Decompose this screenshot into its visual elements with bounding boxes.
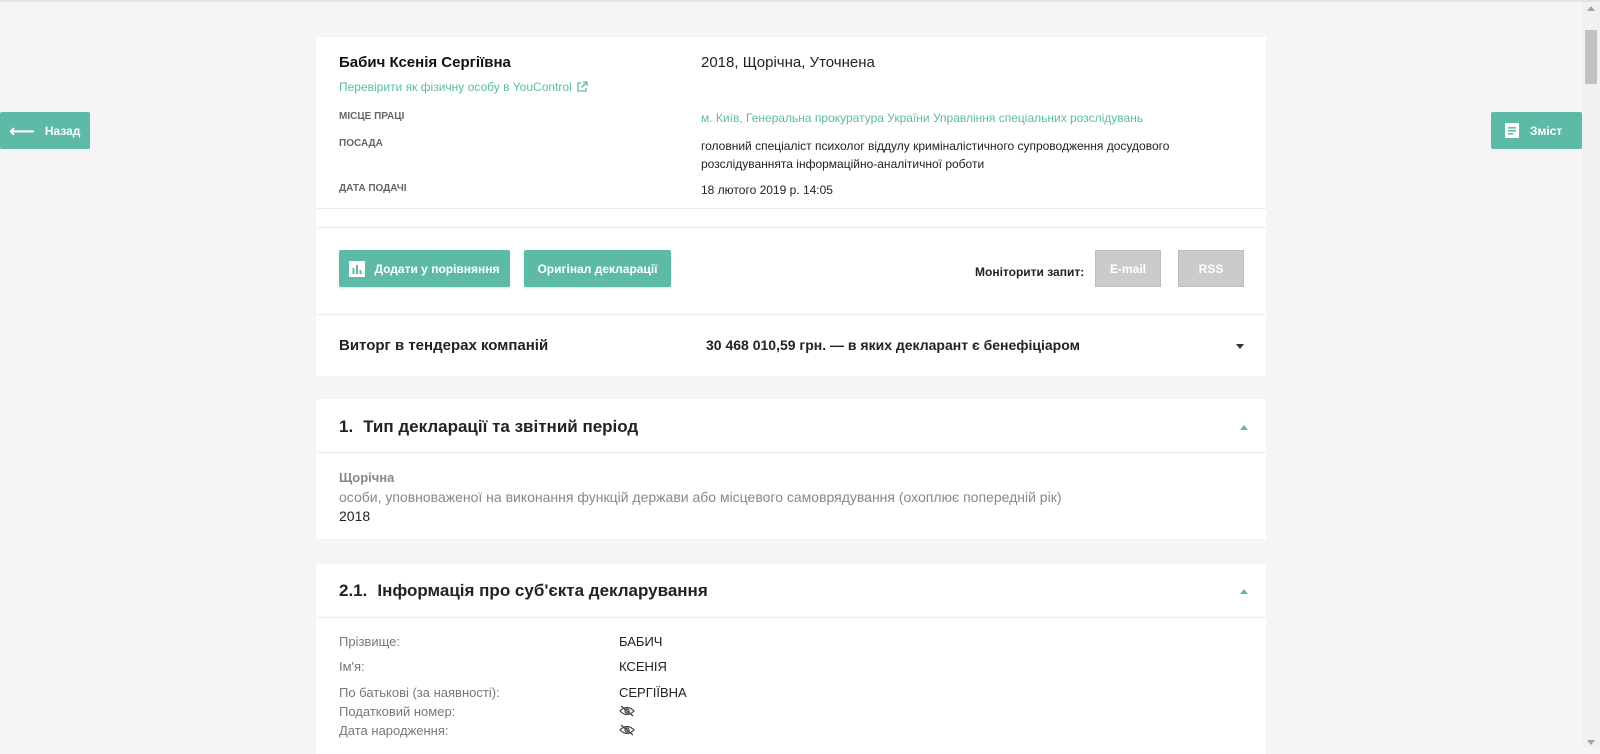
scrollbar-track[interactable] — [1582, 2, 1600, 748]
position-label: ПОСАДА — [339, 138, 383, 149]
divider — [316, 314, 1266, 315]
tenders-expand-icon[interactable] — [1236, 344, 1244, 349]
section-1-number: 1. — [339, 417, 354, 436]
divider — [316, 452, 1266, 453]
toc-button[interactable]: Зміст — [1491, 112, 1582, 149]
workplace-value: м. Київ, Генеральна прокуратура України … — [701, 111, 1144, 125]
email-monitor-button[interactable]: E-mail — [1095, 250, 1161, 287]
tenders-value: 30 468 010,59 грн. — в яких декларант є … — [706, 337, 1080, 353]
original-declaration-label: Оригінал декларації — [537, 261, 658, 276]
declaration-kind: Щорічна — [339, 470, 395, 485]
scroll-down-icon[interactable] — [1587, 740, 1595, 745]
top-border — [0, 0, 1600, 2]
section-2-1-collapse-icon[interactable] — [1240, 589, 1248, 594]
eye-slash-icon — [619, 705, 635, 717]
declaration-year: 2018 — [339, 508, 371, 524]
monitor-label: Моніторити запит: — [975, 265, 1085, 279]
divider — [316, 617, 1266, 618]
submit-date-label: ДАТА ПОДАЧІ — [339, 183, 407, 194]
divider — [316, 227, 1266, 228]
workplace-label: МІСЦЕ ПРАЦІ — [339, 111, 405, 122]
section-1-title: Тип декларації та звітний період — [363, 417, 639, 436]
external-link-icon — [577, 81, 588, 92]
email-monitor-label: E-mail — [1109, 261, 1146, 276]
section-subject-info: 2.1. Інформація про суб'єкта декларування… — [316, 564, 1266, 754]
arrow-left-icon: ⟵ — [9, 120, 35, 141]
original-declaration-button[interactable]: Оригінал декларації — [524, 250, 671, 287]
position-value: головний спеціаліст психолог віддулу кри… — [701, 139, 1170, 171]
section-2-1-number: 2.1. — [339, 581, 368, 600]
surname-label: Прізвище: — [339, 634, 400, 649]
youcontrol-link-label: Перевірити як фізичну особу в YouControl — [339, 80, 572, 94]
declarant-name: Бабич Ксенія Сергіївна — [339, 54, 511, 71]
patronymic-value: СЕРГІЇВНА — [619, 685, 687, 700]
section-2-1-title: Інформація про суб'єкта декларування — [377, 581, 708, 600]
submit-date-value: 18 лютого 2019 р. 14:05 — [701, 183, 833, 197]
workplace-city-link[interactable]: м. Київ — [701, 111, 739, 125]
add-to-compare-label: Додати у порівняння — [374, 261, 500, 276]
workplace-org-link[interactable]: Генеральна прокуратура України Управлінн… — [746, 111, 1143, 125]
declaration-summary-card: Бабич Ксенія Сергіївна Перевірити як фіз… — [316, 37, 1266, 376]
document-icon — [1505, 123, 1519, 138]
first-name-label: Ім'я: — [339, 659, 365, 674]
scrollbar-thumb[interactable] — [1585, 30, 1597, 84]
rss-monitor-label: RSS — [1198, 261, 1224, 276]
section-2-1-header[interactable]: 2.1. Інформація про суб'єкта декларування — [339, 581, 708, 601]
tax-number-label: Податковий номер: — [339, 704, 456, 719]
first-name-value: КСЕНІЯ — [619, 659, 667, 674]
youcontrol-link[interactable]: Перевірити як фізичну особу в YouControl — [339, 80, 588, 94]
back-button-label: Назад — [44, 123, 81, 138]
tenders-label: Виторг в тендерах компаній — [339, 337, 549, 354]
back-button[interactable]: ⟵ Назад — [0, 112, 90, 149]
declaration-kind-description: особи, уповноваженої на виконання функці… — [339, 489, 1062, 505]
section-1-collapse-icon[interactable] — [1240, 425, 1248, 430]
scroll-up-icon[interactable] — [1587, 6, 1595, 11]
section-1-header[interactable]: 1. Тип декларації та звітний період — [339, 417, 638, 437]
birth-date-label: Дата народження: — [339, 723, 449, 738]
surname-value: БАБИЧ — [619, 634, 663, 649]
declaration-type: 2018, Щорічна, Уточнена — [701, 54, 875, 71]
rss-monitor-button[interactable]: RSS — [1178, 250, 1244, 287]
bar-chart-icon — [349, 260, 366, 277]
toc-button-label: Зміст — [1530, 123, 1563, 138]
eye-slash-icon — [619, 724, 635, 736]
patronymic-label: По батькові (за наявності): — [339, 685, 500, 700]
divider — [316, 208, 1266, 209]
section-declaration-type: 1. Тип декларації та звітний період Щоріч… — [316, 399, 1266, 539]
add-to-compare-button[interactable]: Додати у порівняння — [339, 250, 510, 287]
